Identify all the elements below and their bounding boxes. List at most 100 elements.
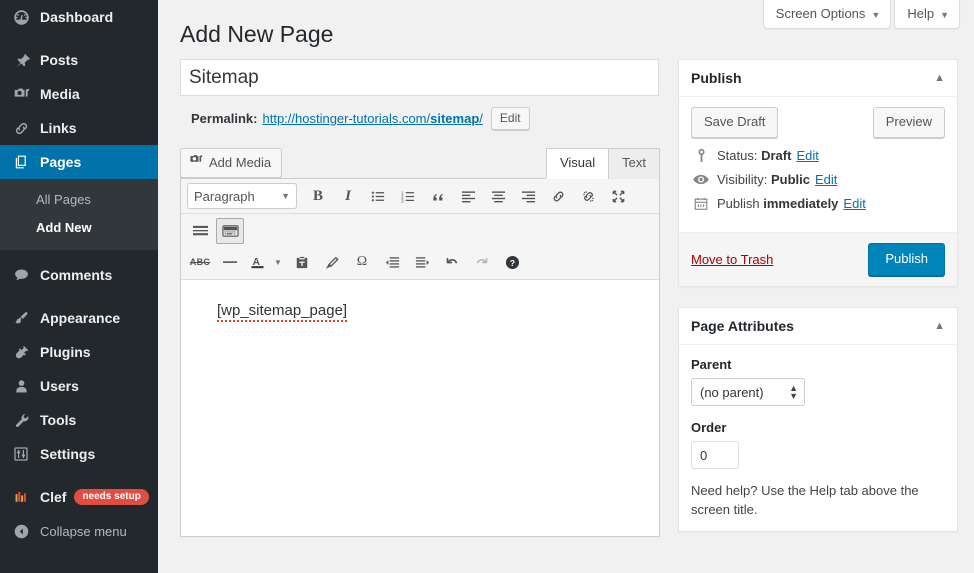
keyboard-shortcuts-icon[interactable]: ? — [498, 249, 526, 275]
sidebar-item-label: Posts — [40, 52, 78, 68]
page-attributes-panel: Page Attributes ▲ Parent (no parent) ▲▼ … — [678, 307, 958, 532]
sidebar-divider — [0, 471, 158, 480]
chevron-up-icon[interactable]: ▲ — [934, 72, 945, 84]
order-label: Order — [691, 420, 945, 435]
sidebar-item-label: Comments — [40, 267, 112, 283]
editor-toolbar-row-1: Paragraph ▼ B I 123 — [181, 179, 659, 214]
publish-panel-header: Publish ▲ — [679, 60, 957, 97]
italic-icon[interactable]: I — [334, 183, 362, 209]
sidebar-item-all-pages[interactable]: All Pages — [0, 186, 158, 214]
editor-content-area[interactable]: [wp_sitemap_page] — [181, 280, 659, 536]
numbered-list-icon[interactable]: 123 — [394, 183, 422, 209]
sidebar-item-comments[interactable]: Comments — [0, 258, 158, 292]
move-to-trash-link[interactable]: Move to Trash — [691, 252, 773, 267]
publish-panel-footer: Move to Trash Publish — [679, 232, 957, 286]
preview-button[interactable]: Preview — [873, 107, 945, 138]
post-title-input[interactable] — [180, 59, 659, 96]
pages-icon — [11, 152, 31, 172]
bulleted-list-icon[interactable] — [364, 183, 392, 209]
sidebar-item-dashboard[interactable]: Dashboard — [0, 0, 158, 34]
help-button[interactable]: Help▼ — [894, 0, 960, 29]
permalink-suffix: / — [479, 111, 483, 126]
fullscreen-icon[interactable] — [604, 183, 632, 209]
settings-icon — [11, 444, 31, 464]
editor-container: Paragraph ▼ B I 123 — [180, 178, 660, 537]
edit-schedule-link[interactable]: Edit — [843, 196, 865, 211]
sidebar-item-label: Settings — [40, 446, 95, 462]
collapse-menu-label: Collapse menu — [40, 524, 127, 539]
sidebar-item-links[interactable]: Links — [0, 111, 158, 145]
parent-select[interactable]: (no parent) ▲▼ — [691, 378, 805, 406]
sidebar-item-media[interactable]: Media — [0, 77, 158, 111]
sidebar-item-plugins[interactable]: Plugins — [0, 335, 158, 369]
sidebar-item-users[interactable]: Users — [0, 369, 158, 403]
special-character-icon[interactable]: Ω — [348, 249, 376, 275]
schedule-label: Publish — [717, 196, 760, 211]
paste-as-text-icon[interactable] — [288, 249, 316, 275]
read-more-icon[interactable] — [186, 218, 214, 244]
blockquote-icon[interactable] — [424, 183, 452, 209]
remove-link-icon[interactable] — [574, 183, 602, 209]
outdent-icon[interactable] — [378, 249, 406, 275]
insert-link-icon[interactable] — [544, 183, 572, 209]
parent-select-value: (no parent) — [700, 385, 764, 400]
schedule-value: immediately — [763, 196, 838, 211]
edit-visibility-link[interactable]: Edit — [815, 172, 837, 187]
sidebar-item-settings[interactable]: Settings — [0, 437, 158, 471]
add-media-label: Add Media — [209, 154, 271, 172]
align-center-icon[interactable] — [484, 183, 512, 209]
add-media-button[interactable]: Add Media — [180, 148, 282, 178]
undo-icon[interactable] — [438, 249, 466, 275]
publish-actions-row: Save Draft Preview — [691, 107, 945, 138]
order-input[interactable] — [691, 441, 739, 469]
permalink-row: Permalink: http://hostinger-tutorials.co… — [191, 107, 660, 130]
visibility-value: Public — [771, 172, 810, 187]
sidebar-item-posts[interactable]: Posts — [0, 43, 158, 77]
status-value: Draft — [761, 148, 791, 163]
strikethrough-icon[interactable]: ABC — [186, 249, 214, 275]
sidebar-item-pages[interactable]: Pages — [0, 145, 158, 179]
publish-panel: Publish ▲ Save Draft Preview Status: — [678, 59, 958, 287]
tab-text[interactable]: Text — [608, 148, 660, 179]
edit-permalink-button[interactable]: Edit — [491, 107, 530, 130]
align-right-icon[interactable] — [514, 183, 542, 209]
chevron-up-icon[interactable]: ▲ — [934, 320, 945, 332]
sidebar-divider — [0, 34, 158, 43]
sidebar-item-label: Links — [40, 120, 77, 136]
bold-icon[interactable]: B — [304, 183, 332, 209]
format-select-value: Paragraph — [194, 189, 255, 204]
help-label: Help — [907, 6, 934, 21]
edit-status-link[interactable]: Edit — [796, 148, 818, 163]
collapse-menu-button[interactable]: Collapse menu — [0, 514, 158, 548]
editor-columns: Permalink: http://hostinger-tutorials.co… — [180, 59, 974, 552]
page-attributes-body: Parent (no parent) ▲▼ Order Need help? U… — [679, 345, 957, 531]
text-color-dropdown-icon[interactable]: ▼ — [270, 249, 286, 275]
permalink-link[interactable]: http://hostinger-tutorials.com/sitemap/ — [262, 111, 482, 126]
screen-options-label: Screen Options — [776, 6, 866, 21]
format-select[interactable]: Paragraph ▼ — [187, 183, 297, 209]
screen-options-button[interactable]: Screen Options ▼ — [763, 0, 892, 29]
text-color-icon[interactable]: A — [246, 249, 268, 275]
tab-visual[interactable]: Visual — [546, 148, 609, 179]
sidebar-item-label: Clef — [40, 489, 66, 505]
publish-button[interactable]: Publish — [868, 243, 945, 276]
align-left-icon[interactable] — [454, 183, 482, 209]
publish-panel-body: Save Draft Preview Status: Draft Edit — [679, 97, 957, 232]
svg-text:3: 3 — [401, 198, 404, 203]
sidebar-item-add-new[interactable]: Add New — [0, 214, 158, 242]
clear-formatting-icon[interactable] — [318, 249, 346, 275]
indent-icon[interactable] — [408, 249, 436, 275]
sidebar-item-appearance[interactable]: Appearance — [0, 301, 158, 335]
sidebar-item-label: Dashboard — [40, 9, 113, 25]
toggle-toolbar-icon[interactable] — [216, 218, 244, 244]
chevron-down-icon: ▼ — [871, 10, 880, 20]
sidebar-item-tools[interactable]: Tools — [0, 403, 158, 437]
page-attributes-header: Page Attributes ▲ — [679, 308, 957, 345]
brush-icon — [11, 308, 31, 328]
parent-label: Parent — [691, 357, 945, 372]
sidebar-item-clef[interactable]: Clef needs setup — [0, 480, 158, 514]
horizontal-rule-icon[interactable] — [216, 249, 244, 275]
save-draft-button[interactable]: Save Draft — [691, 107, 778, 138]
redo-icon[interactable] — [468, 249, 496, 275]
sidebar-item-label: Users — [40, 378, 79, 394]
